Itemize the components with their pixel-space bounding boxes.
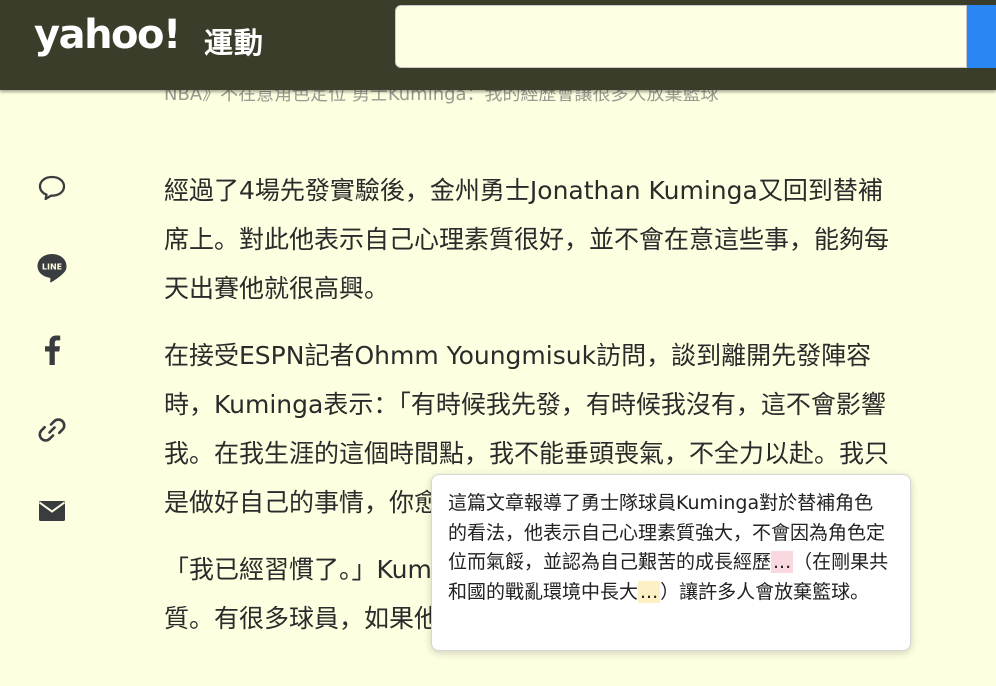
comment-icon[interactable] [36,172,68,204]
search-input[interactable] [395,5,967,68]
link-icon[interactable] [36,414,68,446]
summary-tooltip: 這篇文章報導了勇士隊球員Kuminga對於替補角色的看法，他表示自己心理素質強大… [431,474,911,651]
top-header: yahoo! 運動 [0,0,996,90]
article-paragraph: 經過了4場先發實驗後，金州勇士Jonathan Kuminga又回到替補席上。對… [164,176,890,303]
tooltip-text: ）讓許多人會放棄籃球。 [660,580,870,603]
section-label-sports[interactable]: 運動 [204,20,264,62]
search-button[interactable] [967,5,996,68]
tooltip-ellipsis[interactable]: ... [638,580,661,603]
tooltip-ellipsis[interactable]: ... [771,551,794,573]
line-icon-label: LINE [42,263,62,272]
facebook-icon[interactable] [36,334,68,366]
line-icon[interactable]: LINE [36,252,68,284]
mail-icon[interactable] [36,495,68,527]
yahoo-logo[interactable]: yahoo! [34,12,181,58]
